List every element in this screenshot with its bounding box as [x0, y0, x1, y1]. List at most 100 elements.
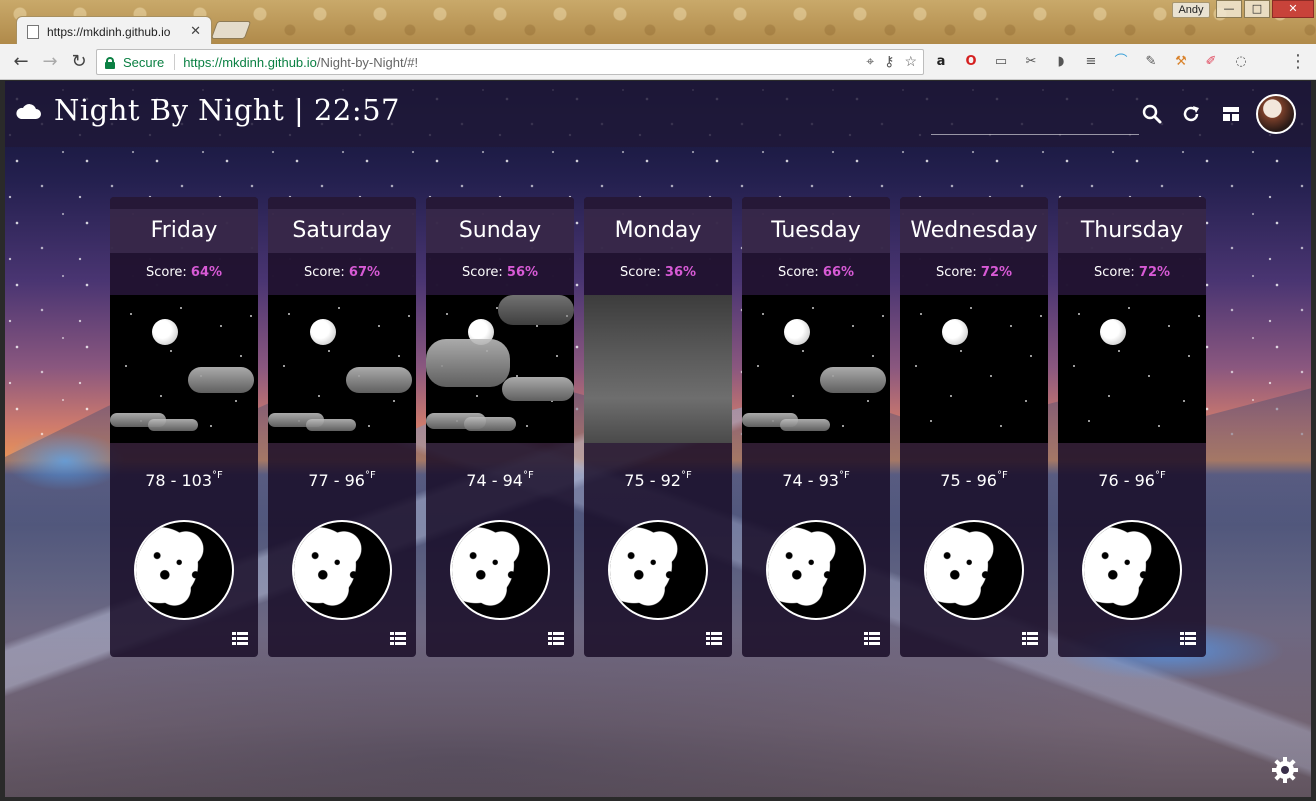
moon-craters	[768, 522, 864, 618]
details-list-icon[interactable]	[1180, 632, 1196, 645]
clip-extension-icon[interactable]: ✂	[1020, 52, 1042, 72]
moon-icon	[942, 319, 968, 345]
temperature-range: 75 - 92°F	[584, 443, 732, 509]
cloud-icon	[502, 377, 574, 401]
star	[398, 355, 400, 357]
temperature-values: 74 - 94	[466, 471, 523, 490]
moon-phase-icon	[134, 520, 234, 620]
score-label: Score:	[461, 265, 507, 280]
sky-condition-image	[426, 295, 574, 443]
sky-condition-image	[900, 295, 1048, 443]
sky-condition-image	[268, 295, 416, 443]
card-top-strip	[426, 197, 574, 209]
star	[235, 400, 237, 402]
cloud-icon	[306, 419, 356, 431]
forecast-cards: Friday Score: 64% 78 - 103 °F Saturday Sc…	[110, 197, 1206, 657]
profile-name-badge[interactable]: Andy	[1172, 2, 1210, 18]
refresh-icon[interactable]	[1180, 103, 1202, 125]
card-top-strip	[1058, 197, 1206, 209]
day-card: Saturday Score: 67% 77 - 96°F	[268, 197, 416, 657]
header-search-input[interactable]	[931, 134, 1139, 135]
address-bar[interactable]: Secure https://mkdinh.github.io /Night-b…	[96, 49, 924, 75]
star	[757, 365, 759, 367]
reload-icon[interactable]: ↻	[68, 51, 90, 73]
card-top-strip	[110, 197, 258, 209]
star	[1088, 420, 1090, 422]
details-list-icon[interactable]	[548, 632, 564, 645]
star	[250, 315, 252, 317]
eyedropper-extension-icon[interactable]: ✎	[1140, 52, 1162, 72]
star	[812, 307, 814, 309]
star	[318, 395, 320, 397]
star	[408, 315, 410, 317]
temperature-values: 75 - 96	[940, 471, 997, 490]
sky-condition-image	[110, 295, 258, 443]
temperature-values: 75 - 92	[624, 471, 681, 490]
key-icon[interactable]: ⚷	[884, 53, 894, 70]
details-list-icon[interactable]	[864, 632, 880, 645]
moon-icon	[1100, 319, 1126, 345]
star	[240, 355, 242, 357]
cloud-icon	[16, 104, 41, 119]
window-minimize-button[interactable]: —	[1216, 0, 1242, 18]
stack-extension-icon[interactable]: ≡	[1080, 52, 1102, 72]
browser-tab[interactable]: https://mkdinh.github.io ✕	[16, 16, 212, 46]
day-name: Thursday	[1058, 209, 1206, 253]
opera-extension-icon[interactable]: O	[960, 52, 982, 72]
day-name: Friday	[110, 209, 258, 253]
day-card: Tuesday Score: 66% 74 - 93°F	[742, 197, 890, 657]
score-label: Score:	[777, 265, 823, 280]
location-target-icon[interactable]: ⌖	[866, 53, 874, 70]
pocket-extension-icon[interactable]: ◗	[1050, 52, 1072, 72]
temperature-range: 74 - 94°F	[426, 443, 574, 509]
app-title: Night By Night | 22:57	[54, 93, 401, 127]
background-glow-left	[5, 431, 125, 491]
window-close-button[interactable]: ✕	[1272, 0, 1314, 18]
circle-extension-icon[interactable]: ◌	[1230, 52, 1252, 72]
layout-grid-icon[interactable]	[1220, 103, 1242, 125]
score-row: Score: 72%	[900, 253, 1048, 295]
score-row: Score: 64%	[110, 253, 258, 295]
score-value: 67%	[348, 265, 381, 280]
score-row: Score: 56%	[426, 253, 574, 295]
star	[526, 425, 528, 427]
bookmark-star-icon[interactable]: ☆	[904, 53, 917, 70]
score-label: Score:	[145, 265, 191, 280]
arc-extension-icon[interactable]: ⌒	[1110, 52, 1132, 72]
score-row: Score: 67%	[268, 253, 416, 295]
star	[446, 313, 448, 315]
temperature-values: 78 - 103	[145, 471, 213, 490]
star	[476, 395, 478, 397]
moon-phase-icon	[1082, 520, 1182, 620]
back-arrow-icon[interactable]: ←	[10, 51, 32, 73]
star	[802, 350, 804, 352]
settings-gear-icon[interactable]	[1270, 755, 1300, 785]
details-list-icon[interactable]	[1022, 632, 1038, 645]
tag-extension-icon[interactable]: ✐	[1200, 52, 1222, 72]
forward-arrow-icon[interactable]: →	[39, 51, 61, 73]
hammer-extension-icon[interactable]: ⚒	[1170, 52, 1192, 72]
details-list-icon[interactable]	[232, 632, 248, 645]
sky-condition-image	[742, 295, 890, 443]
star	[220, 325, 222, 327]
temperature-range: 76 - 96°F	[1058, 443, 1206, 509]
details-list-icon[interactable]	[706, 632, 722, 645]
temperature-range: 77 - 96°F	[268, 443, 416, 509]
window-maximize-button[interactable]: □	[1244, 0, 1270, 18]
tab-close-icon[interactable]: ✕	[190, 24, 201, 39]
star	[1148, 375, 1150, 377]
amazon-extension-icon[interactable]: a	[930, 52, 952, 72]
score-label: Score:	[619, 265, 665, 280]
star	[283, 365, 285, 367]
temperature-unit: °F	[522, 470, 534, 481]
search-icon[interactable]	[1141, 103, 1163, 125]
browser-menu-icon[interactable]: ⋮	[1288, 52, 1308, 72]
temperature-unit: °F	[364, 470, 376, 481]
score-row: Score: 72%	[1058, 253, 1206, 295]
user-avatar[interactable]	[1256, 94, 1296, 134]
document-extension-icon[interactable]: ▭	[990, 52, 1012, 72]
star	[378, 325, 380, 327]
new-tab-button[interactable]	[210, 21, 252, 39]
temperature-values: 74 - 93	[782, 471, 839, 490]
details-list-icon[interactable]	[390, 632, 406, 645]
